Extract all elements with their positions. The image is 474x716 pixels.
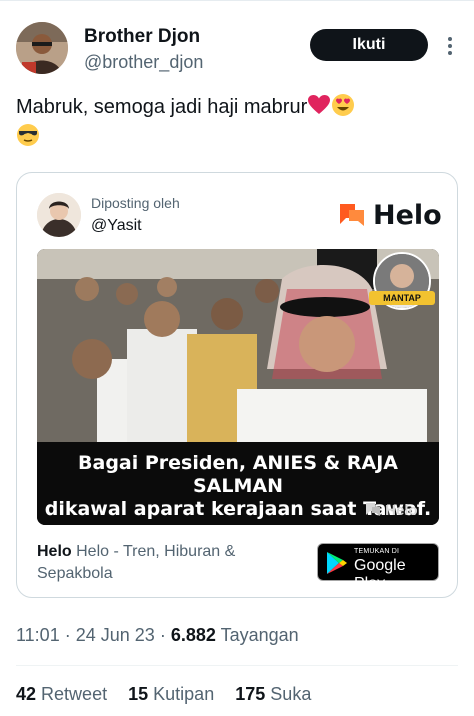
retweets-label: Retweet: [41, 684, 108, 704]
video-watermark: Helo: [365, 501, 435, 521]
app-info: Helo Helo - Tren, Hiburan & Sepakbola: [37, 541, 277, 585]
store-big-label: Google Play: [354, 557, 406, 592]
tweet-text: Mabruk, semoga jadi haji mabrur: [16, 92, 458, 152]
helo-brand-text: Helo: [373, 200, 442, 231]
caption-line-1: Bagai Presiden, ANIES & RAJA SALMAN: [78, 452, 398, 497]
posted-by-label: Diposting oleh: [91, 195, 180, 211]
retweets-stat[interactable]: 42 Retweet: [16, 684, 107, 704]
quotes-label: Kutipan: [153, 684, 215, 704]
tweet-date[interactable]: 24 Jun 23: [76, 625, 155, 645]
tweet-time[interactable]: 11:01: [16, 625, 60, 645]
tweet-body: Mabruk, semoga jadi haji mabrur: [16, 96, 308, 118]
likes-label: Suka: [270, 684, 312, 704]
retweets-count: 42: [16, 684, 37, 704]
video-thumbnail[interactable]: MANTAP Bagai Presiden, ANIES & RAJA SALM…: [37, 249, 439, 525]
author-avatar[interactable]: [16, 22, 68, 74]
stats-divider: [16, 665, 458, 666]
author-name[interactable]: Brother Djon: [84, 26, 200, 48]
google-play-icon: [327, 552, 347, 574]
red-heart-emoji: [308, 95, 331, 114]
heart-eyes-emoji: [332, 94, 355, 116]
follow-button[interactable]: Ikuti: [310, 29, 428, 61]
views-count: 6.882: [170, 625, 216, 645]
top-divider: [0, 0, 474, 1]
quotes-stat[interactable]: 15 Kutipan: [128, 684, 214, 704]
views-label: Tayangan: [220, 625, 299, 645]
likes-stat[interactable]: 175 Suka: [235, 684, 311, 704]
tweet-stats: 42 Retweet 15 Kutipan 175 Suka: [16, 684, 327, 705]
google-play-badge[interactable]: TEMUKAN DI Google Play: [317, 543, 439, 592]
helo-logo-icon: [340, 204, 364, 226]
link-card[interactable]: Diposting oleh @Yasit Helo MANTAP Bagai …: [16, 172, 458, 598]
store-small-label: TEMUKAN DI: [354, 548, 400, 555]
quotes-count: 15: [128, 684, 149, 704]
likes-count: 175: [235, 684, 266, 704]
sunglasses-emoji: [17, 124, 39, 146]
watermark-text: Helo: [385, 502, 418, 519]
meta-separator: ·: [159, 625, 166, 645]
helo-logo: Helo: [337, 200, 442, 232]
mantap-badge: MANTAP: [369, 291, 435, 305]
tweet-meta: 11:01 · 24 Jun 23 · 6.882 Tayangan: [16, 625, 299, 646]
poster-handle: @Yasit: [91, 217, 142, 234]
meta-separator: ·: [64, 625, 71, 645]
author-handle[interactable]: @brother_djon: [84, 52, 203, 73]
poster-avatar: [37, 193, 81, 237]
more-options-icon[interactable]: [441, 36, 459, 56]
helo-watermark-icon: [366, 503, 380, 516]
app-name: Helo: [37, 543, 72, 560]
tweet-header: Brother Djon @brother_djon Ikuti: [16, 22, 458, 78]
